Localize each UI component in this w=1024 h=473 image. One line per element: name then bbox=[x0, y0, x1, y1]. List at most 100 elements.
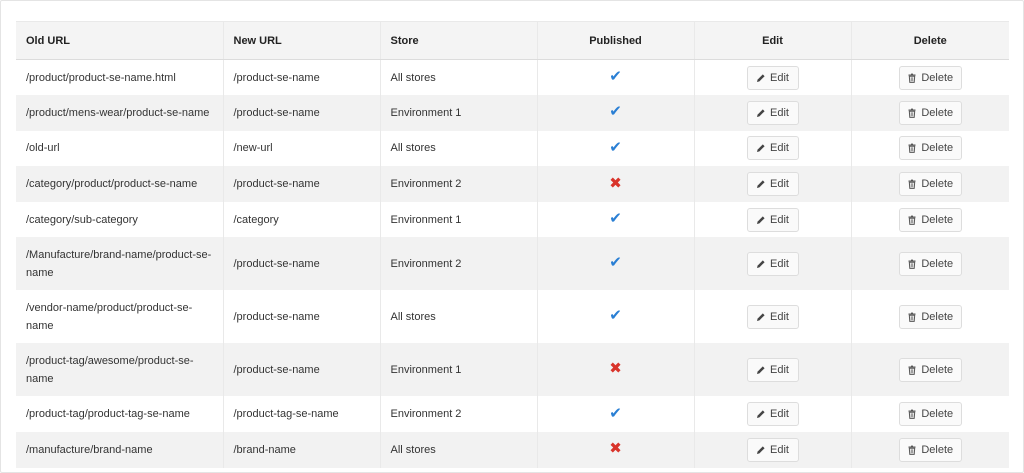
url-records-panel: Old URL New URL Store Published Edit Del… bbox=[0, 0, 1024, 473]
published-cell: ✖ bbox=[537, 343, 695, 397]
delete-button[interactable]: Delete bbox=[898, 437, 962, 462]
table-body: /product/product-se-name.html/product-se… bbox=[16, 59, 1009, 468]
table-row: /product-tag/product-tag-se-name/product… bbox=[16, 396, 1009, 433]
edit-button[interactable]: Edit bbox=[746, 65, 799, 90]
pencil-icon bbox=[757, 216, 765, 224]
new-url-cell: /product-se-name bbox=[223, 95, 381, 131]
edit-button[interactable]: Edit bbox=[746, 437, 799, 462]
edit-button[interactable]: Edit bbox=[746, 172, 799, 197]
edit-button[interactable]: Edit bbox=[746, 402, 799, 427]
published-cell: ✔ bbox=[537, 290, 695, 344]
edit-cell: Edit bbox=[694, 95, 852, 131]
new-url-cell: /product-se-name bbox=[223, 237, 381, 291]
old-url-cell: /old-url bbox=[16, 130, 224, 167]
edit-button-label: Edit bbox=[770, 363, 789, 376]
store-cell: Environment 1 bbox=[380, 343, 538, 397]
pencil-icon bbox=[757, 180, 765, 189]
pencil-icon bbox=[757, 260, 765, 268]
trash-icon bbox=[908, 179, 916, 189]
cross-icon: ✖ bbox=[609, 440, 622, 458]
trash-icon bbox=[908, 365, 916, 375]
store-cell: Environment 1 bbox=[380, 95, 538, 131]
new-url-cell: /product-se-name bbox=[223, 166, 381, 202]
edit-cell: Edit bbox=[694, 343, 852, 397]
delete-cell: Delete bbox=[851, 290, 1009, 343]
edit-button-label: Edit bbox=[770, 310, 789, 323]
delete-button[interactable]: Delete bbox=[898, 65, 962, 90]
column-header-published[interactable]: Published bbox=[537, 21, 695, 60]
edit-button-label: Edit bbox=[770, 71, 789, 84]
delete-button[interactable]: Delete bbox=[898, 357, 962, 382]
column-header-store[interactable]: Store bbox=[380, 21, 538, 60]
delete-cell: Delete bbox=[851, 396, 1009, 432]
delete-button-label: Delete bbox=[921, 178, 954, 191]
new-url-cell: /product-se-name bbox=[223, 59, 381, 96]
delete-button[interactable]: Delete bbox=[898, 402, 962, 427]
delete-cell: Delete bbox=[851, 343, 1009, 397]
pencil-icon bbox=[757, 366, 765, 374]
trash-icon bbox=[908, 144, 916, 154]
delete-button[interactable]: Delete bbox=[898, 100, 962, 125]
published-cell: ✔ bbox=[537, 59, 695, 96]
delete-button-label: Delete bbox=[921, 213, 954, 226]
edit-button[interactable]: Edit bbox=[746, 100, 799, 125]
new-url-cell: /product-se-name bbox=[223, 343, 381, 397]
edit-button[interactable]: Edit bbox=[746, 304, 799, 329]
store-cell: All stores bbox=[380, 432, 538, 468]
column-header-new-url[interactable]: New URL bbox=[223, 21, 381, 60]
edit-button-label: Edit bbox=[770, 408, 789, 421]
edit-button-label: Edit bbox=[770, 178, 789, 191]
trash-icon bbox=[908, 445, 916, 455]
store-cell: All stores bbox=[380, 130, 538, 167]
edit-button-label: Edit bbox=[770, 443, 789, 456]
delete-button-label: Delete bbox=[921, 71, 954, 84]
edit-cell: Edit bbox=[694, 166, 852, 202]
check-icon: ✔ bbox=[609, 210, 622, 228]
check-icon: ✔ bbox=[609, 307, 622, 325]
old-url-cell: /vendor-name/product/product-se-name bbox=[16, 290, 224, 344]
cross-icon: ✖ bbox=[609, 360, 622, 378]
edit-button-label: Edit bbox=[770, 142, 789, 155]
old-url-cell: /category/sub-category bbox=[16, 201, 224, 238]
column-header-old-url[interactable]: Old URL bbox=[16, 21, 224, 60]
edit-cell: Edit bbox=[694, 237, 852, 291]
delete-button[interactable]: Delete bbox=[898, 251, 962, 276]
old-url-cell: /product-tag/awesome/product-se-name bbox=[16, 343, 224, 397]
delete-cell: Delete bbox=[851, 202, 1009, 238]
delete-button[interactable]: Delete bbox=[898, 304, 962, 329]
delete-cell: Delete bbox=[851, 95, 1009, 131]
table-row: /product-tag/awesome/product-se-name/pro… bbox=[16, 343, 1009, 397]
edit-button[interactable]: Edit bbox=[746, 357, 799, 382]
check-icon: ✔ bbox=[609, 138, 622, 156]
edit-button[interactable]: Edit bbox=[746, 251, 799, 276]
edit-cell: Edit bbox=[694, 290, 852, 344]
edit-cell: Edit bbox=[694, 59, 852, 96]
delete-button[interactable]: Delete bbox=[898, 207, 962, 232]
column-header-edit: Edit bbox=[694, 21, 852, 60]
table-row: /product/product-se-name.html/product-se… bbox=[16, 59, 1009, 96]
table-row: /category/product/product-se-name/produc… bbox=[16, 166, 1009, 202]
published-cell: ✔ bbox=[537, 130, 695, 167]
table-row: /Manufacture/brand-name/product-se-name /… bbox=[16, 237, 1009, 291]
check-icon: ✔ bbox=[609, 254, 622, 272]
delete-cell: Delete bbox=[851, 432, 1009, 468]
table-row: /vendor-name/product/product-se-name/pro… bbox=[16, 290, 1009, 344]
published-cell: ✖ bbox=[537, 432, 695, 468]
edit-cell: Edit bbox=[694, 432, 852, 468]
pencil-icon bbox=[757, 73, 765, 82]
edit-button[interactable]: Edit bbox=[746, 136, 799, 161]
published-cell: ✔ bbox=[537, 237, 695, 291]
trash-icon bbox=[908, 108, 916, 118]
edit-cell: Edit bbox=[694, 201, 852, 238]
new-url-cell: /category bbox=[223, 201, 381, 238]
old-url-cell: /product/mens-wear/product-se-name bbox=[16, 95, 224, 131]
old-url-cell: /manufacture/brand-name bbox=[16, 432, 224, 468]
check-icon: ✔ bbox=[609, 68, 622, 86]
delete-button-label: Delete bbox=[921, 142, 954, 155]
edit-button-label: Edit bbox=[770, 213, 789, 226]
delete-button[interactable]: Delete bbox=[898, 136, 962, 161]
edit-button[interactable]: Edit bbox=[746, 207, 799, 232]
delete-button[interactable]: Delete bbox=[898, 172, 962, 197]
edit-button-label: Edit bbox=[770, 257, 789, 270]
check-icon: ✔ bbox=[609, 404, 622, 422]
